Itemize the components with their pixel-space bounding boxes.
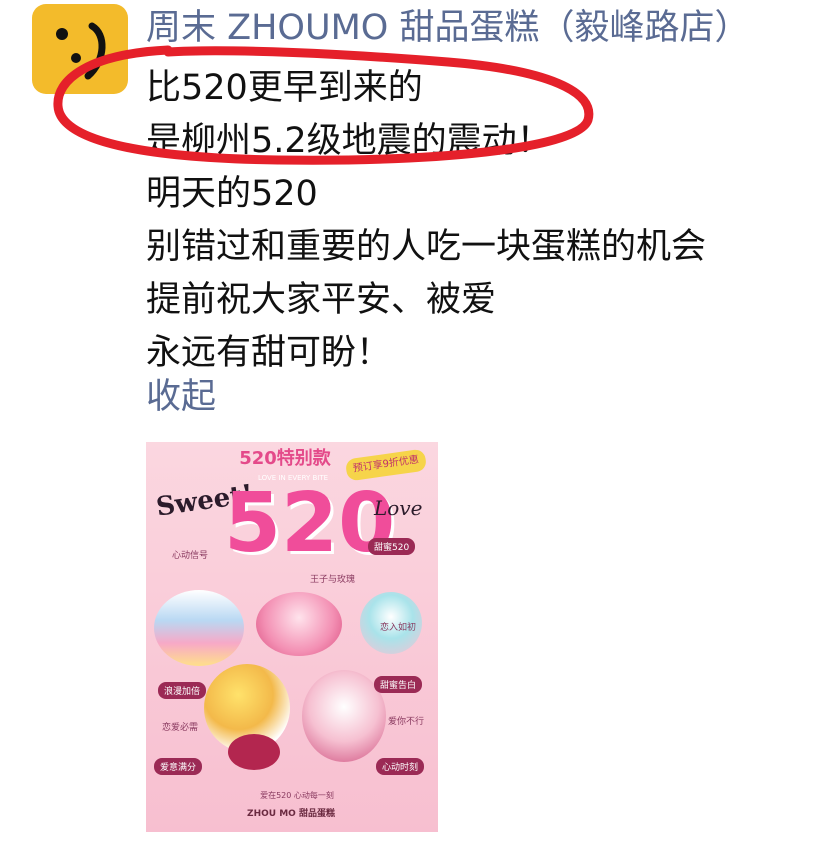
poster-tag: 甜蜜520 [368,538,416,555]
cake-illustration [256,592,342,656]
poster-tag: 爱意满分 [154,758,203,775]
post-line: 是柳州5.2级地震的震动！ [146,121,552,161]
poster-tag: 甜蜜告白 [374,676,423,693]
poster-brand: ZHOU MO 甜品蛋糕 [247,809,335,819]
post-line: 比520更早到来的 [146,68,423,108]
post-text: 比520更早到来的 是柳州5.2级地震的震动！ 明天的520 别错过和重要的人吃… [146,62,826,380]
post-line: 永远有甜可盼！ [146,333,392,373]
poster-love-text: Love [374,496,423,520]
poster-tag: 爱你不行 [388,717,425,727]
author-name[interactable]: 周末 ZHOUMO 甜品蛋糕（毅峰路店） [146,6,826,50]
avatar[interactable] [32,4,128,94]
poster-tag: 王子与玫瑰 [310,575,356,585]
poster-tag: 心动信号 [172,551,209,561]
post-line: 别错过和重要的人吃一块蛋糕的机会 [146,227,707,267]
poster-tag: 浪漫加倍 [158,682,207,699]
post-line: 明天的520 [146,174,318,214]
poster-tag: 恋入如初 [380,623,417,633]
promo-poster-image[interactable]: 520特别款 预订享9折优惠 LOVE IN EVERY BITE Sweet!… [146,442,438,832]
cake-illustration [228,734,280,770]
collapse-link[interactable]: 收起 [146,374,216,420]
poster-tag: 恋爱必需 [162,723,199,733]
smiley-logo-icon [56,22,106,80]
poster-tag: 心动时刻 [376,758,425,775]
poster-slogan: 爱在520 心动每一刻 [260,791,334,800]
poster-big-number: 520 [224,476,396,571]
poster-title: 520特别款 [239,448,331,469]
post-line: 提前祝大家平安、被爱 [146,280,497,320]
cake-illustration [154,590,244,666]
